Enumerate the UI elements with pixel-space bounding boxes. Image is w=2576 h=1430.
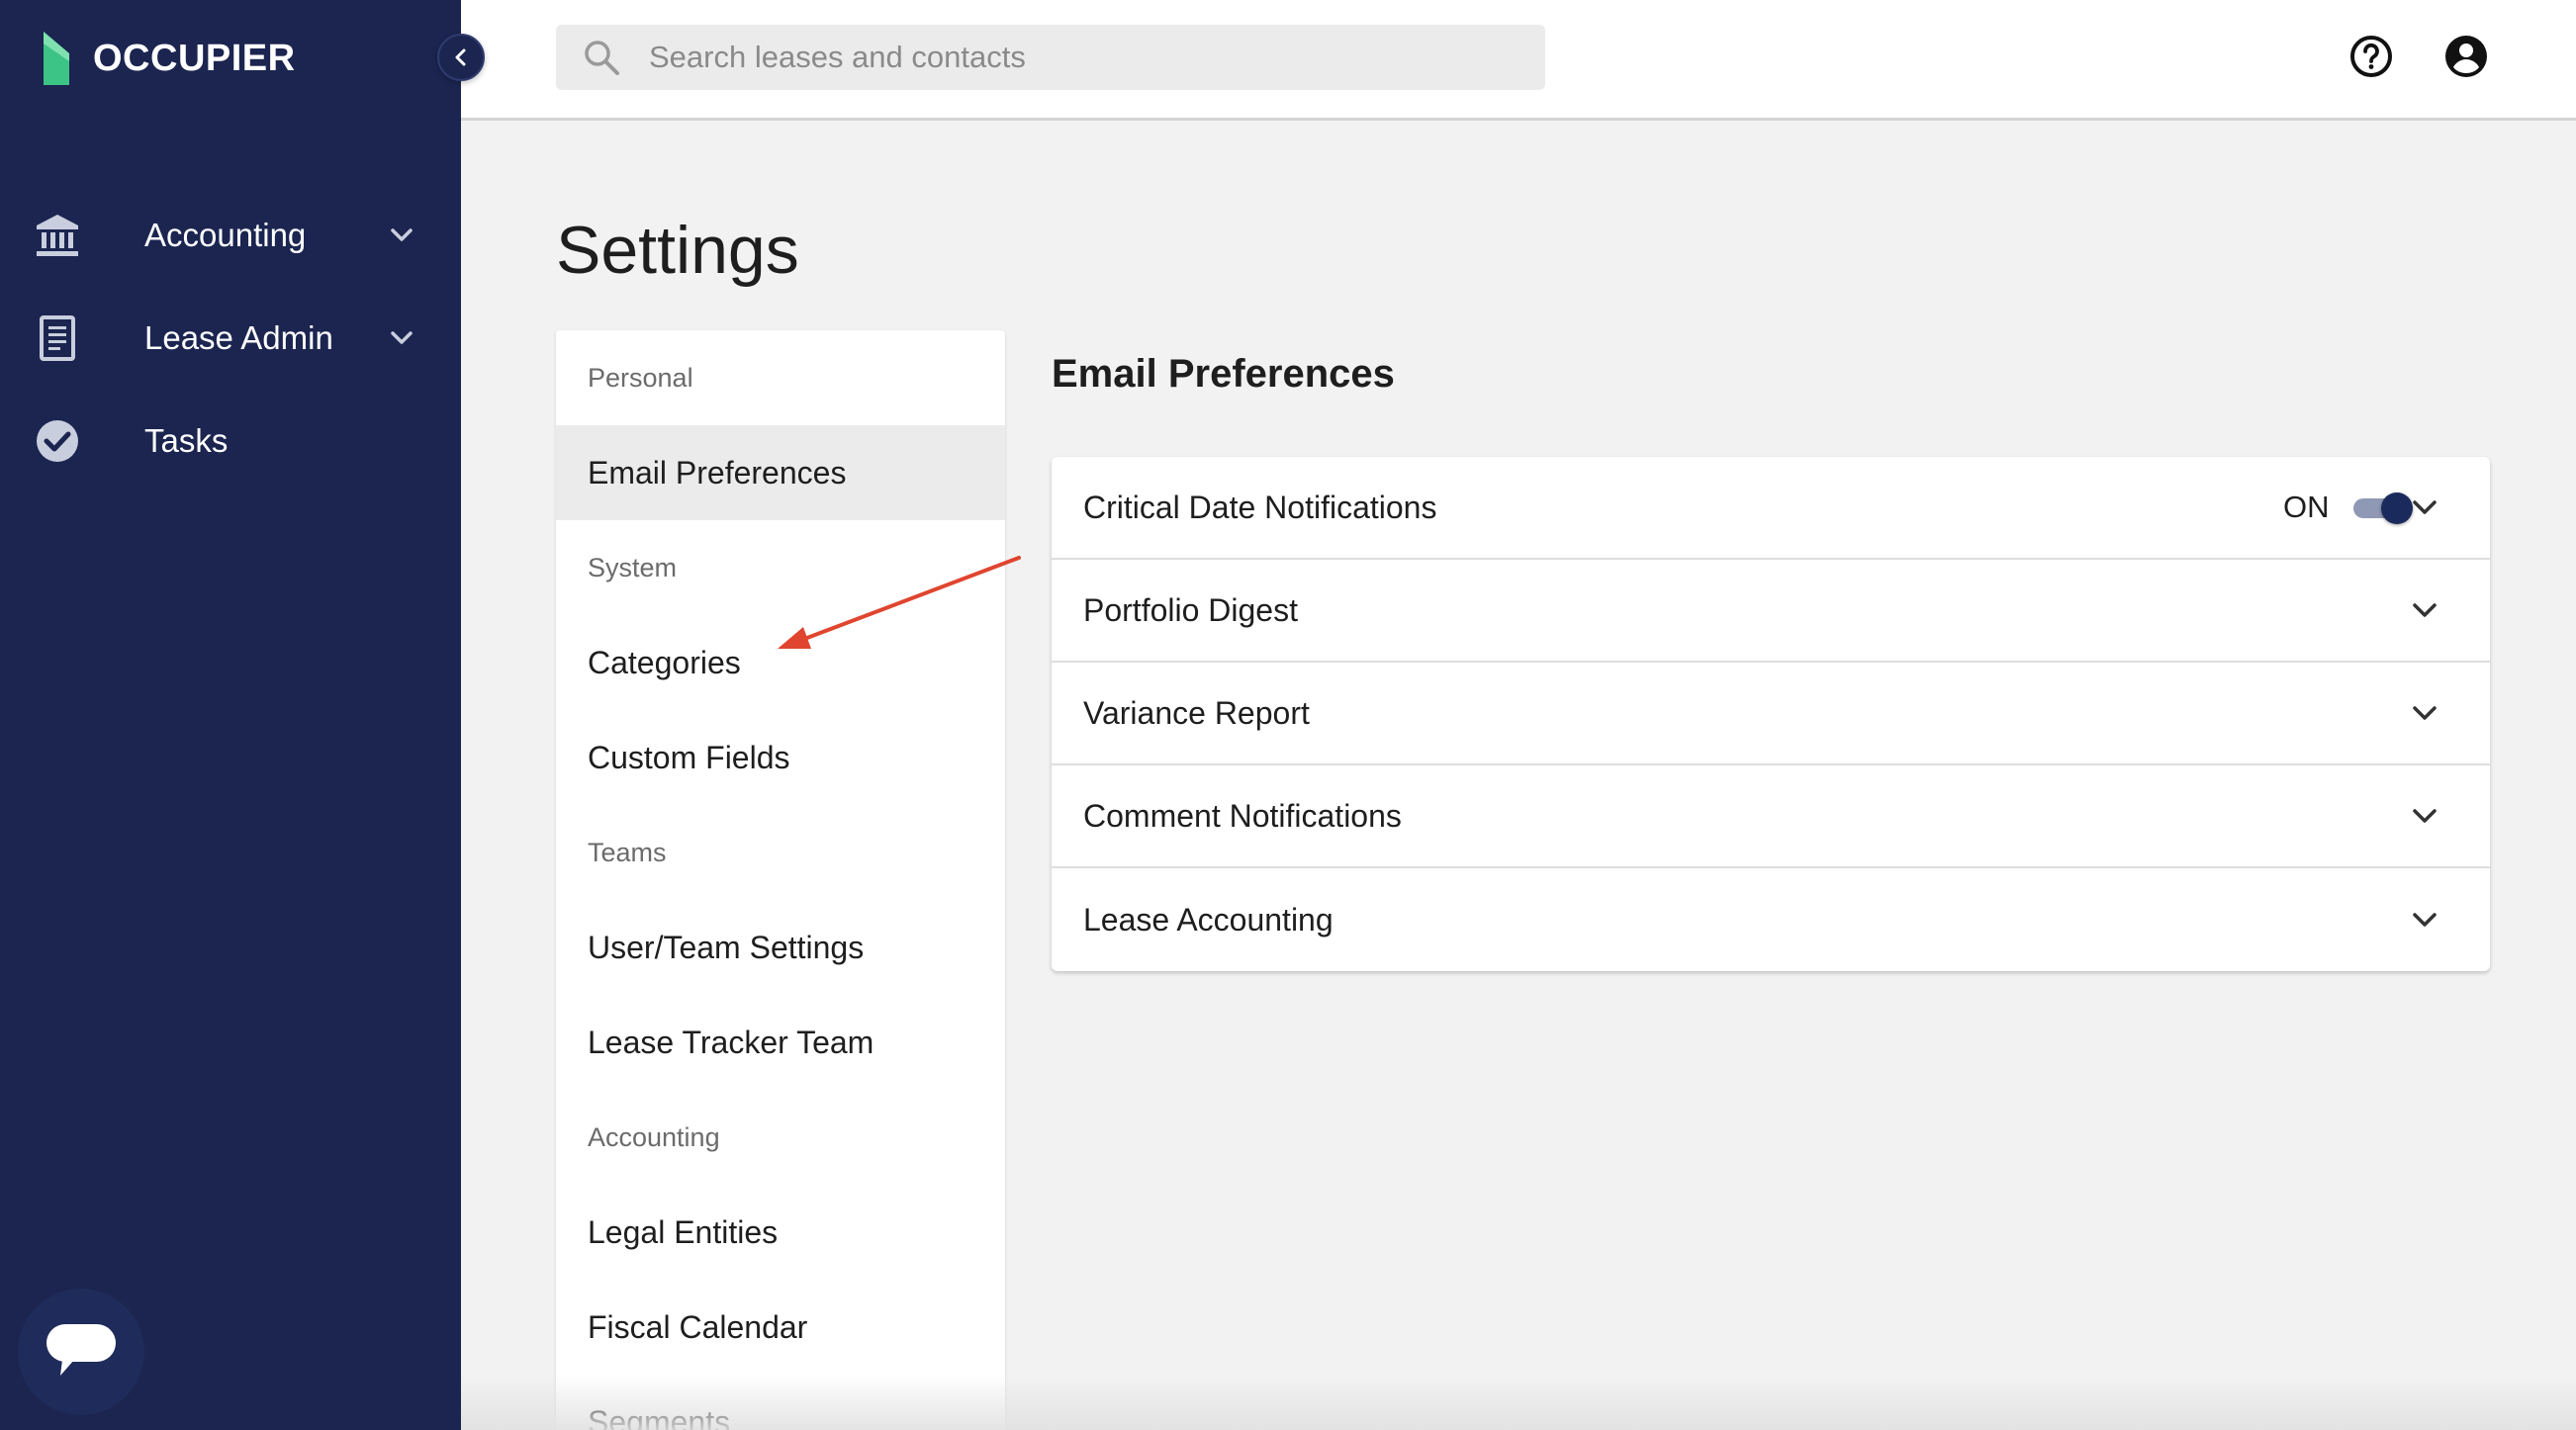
- account-icon[interactable]: [2443, 34, 2489, 79]
- pref-row-label: Variance Report: [1083, 694, 1310, 731]
- search-icon: [585, 41, 619, 75]
- chevron-down-icon: [391, 228, 413, 241]
- chevron-left-icon: [455, 48, 466, 66]
- section-title: Email Preferences: [1052, 352, 1395, 396]
- sidebar: OCCUPIER Accounting Lease Admin Tasks: [0, 0, 461, 1430]
- pref-row-variance-report[interactable]: Variance Report: [1052, 663, 2490, 765]
- check-circle-icon: [37, 420, 78, 462]
- sidebar-item-label: Lease Admin: [144, 319, 333, 356]
- pref-row-critical-date-notifications[interactable]: Critical Date Notifications ON: [1052, 457, 2490, 560]
- nav-item-email-preferences[interactable]: Email Preferences: [556, 425, 1005, 520]
- toggle-state-label: ON: [2283, 490, 2330, 524]
- nav-section-teams: Teams: [588, 837, 667, 867]
- help-icon[interactable]: [2348, 34, 2394, 79]
- occupier-logo-icon: [44, 32, 69, 85]
- chevron-down-icon[interactable]: [2407, 695, 2442, 731]
- nav-item-user-team-settings[interactable]: User/Team Settings: [556, 900, 1005, 995]
- chevron-down-icon: [391, 331, 413, 344]
- chevron-down-icon[interactable]: [2407, 490, 2442, 525]
- nav-item-categories[interactable]: Categories: [556, 615, 1005, 710]
- sidebar-item-lease-admin[interactable]: Lease Admin: [0, 294, 461, 383]
- sidebar-item-label: Accounting: [144, 217, 307, 253]
- bank-icon: [37, 215, 78, 256]
- document-icon: [40, 315, 75, 361]
- nav-item-legal-entities[interactable]: Legal Entities: [556, 1185, 1005, 1280]
- pref-row-lease-accounting[interactable]: Lease Accounting: [1052, 868, 2490, 971]
- pref-row-label: Critical Date Notifications: [1083, 489, 1437, 525]
- pref-row-label: Lease Accounting: [1083, 901, 1334, 938]
- pref-row-portfolio-digest[interactable]: Portfolio Digest: [1052, 560, 2490, 663]
- nav-item-segments[interactable]: Segments: [556, 1375, 1005, 1430]
- sidebar-collapse-button[interactable]: [437, 34, 485, 81]
- pref-row-label: Portfolio Digest: [1083, 591, 1298, 628]
- search-bar[interactable]: [556, 25, 1545, 90]
- brand-logo[interactable]: OCCUPIER: [40, 30, 296, 87]
- nav-section-system: System: [588, 552, 678, 582]
- nav-item-fiscal-calendar[interactable]: Fiscal Calendar: [556, 1280, 1005, 1375]
- chevron-down-icon[interactable]: [2407, 902, 2442, 938]
- nav-item-custom-fields[interactable]: Custom Fields: [556, 710, 1005, 805]
- chat-launcher-button[interactable]: [18, 1289, 144, 1415]
- notification-toggle[interactable]: ON: [2283, 490, 2413, 525]
- toggle-switch[interactable]: [2351, 492, 2413, 524]
- nav-section-personal: Personal: [588, 362, 693, 393]
- brand-name: OCCUPIER: [93, 37, 296, 79]
- pref-row-label: Comment Notifications: [1083, 797, 1402, 834]
- sidebar-item-tasks[interactable]: Tasks: [0, 397, 461, 486]
- page-title: Settings: [556, 213, 799, 288]
- sidebar-item-label: Tasks: [144, 422, 229, 459]
- pref-row-comment-notifications[interactable]: Comment Notifications: [1052, 765, 2490, 868]
- top-bar: [461, 0, 2576, 121]
- settings-nav: Personal Email Preferences System Catego…: [556, 330, 1005, 1430]
- chat-bubble-icon: [46, 1324, 116, 1376]
- chevron-down-icon[interactable]: [2407, 592, 2442, 628]
- search-input[interactable]: [649, 33, 1519, 82]
- sidebar-item-accounting[interactable]: Accounting: [0, 191, 461, 280]
- chevron-down-icon[interactable]: [2407, 798, 2442, 834]
- nav-section-accounting: Accounting: [588, 1121, 720, 1152]
- nav-item-lease-tracker-team[interactable]: Lease Tracker Team: [556, 995, 1005, 1090]
- email-preferences-card: Critical Date Notifications ON Portfolio…: [1052, 457, 2490, 971]
